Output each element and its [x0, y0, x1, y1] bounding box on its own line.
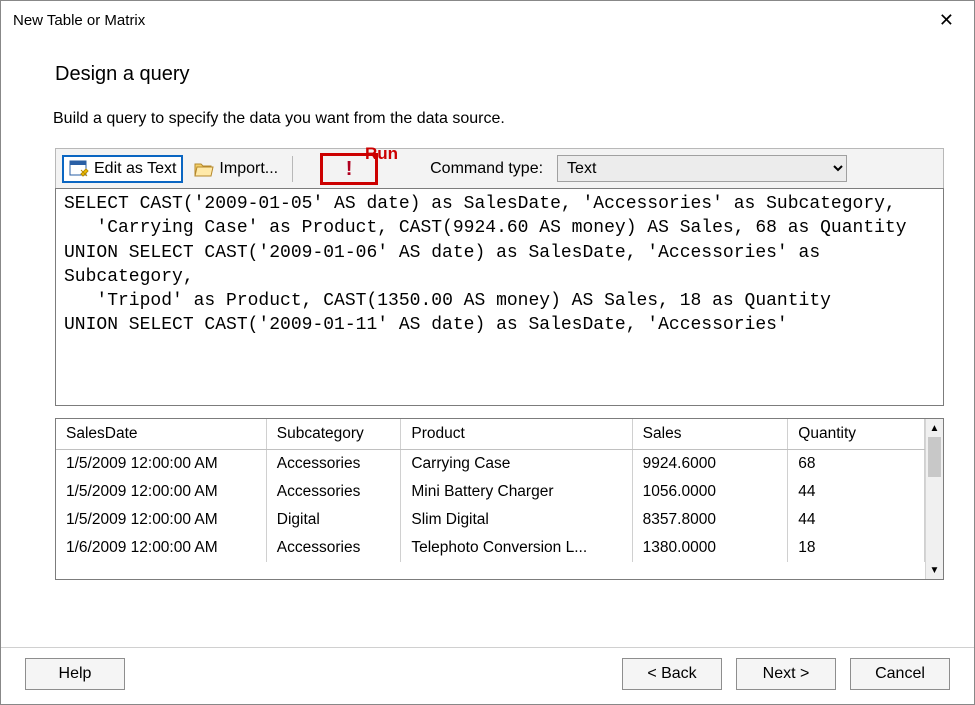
col-header-subcategory[interactable]: Subcategory [266, 419, 401, 449]
results-table: SalesDate Subcategory Product Sales Quan… [56, 419, 925, 562]
table-row[interactable]: 1/6/2009 12:00:00 AMAccessoriesTelephoto… [56, 534, 925, 562]
cell-subcategory: Digital [266, 506, 401, 534]
cell-salesdate: 1/5/2009 12:00:00 AM [56, 478, 266, 506]
back-button[interactable]: < Back [622, 658, 722, 690]
col-header-quantity[interactable]: Quantity [788, 419, 925, 449]
cell-quantity: 18 [788, 534, 925, 562]
run-annotation-label: Run [365, 144, 398, 164]
import-label: Import... [219, 160, 278, 178]
table-row[interactable]: 1/5/2009 12:00:00 AMDigitalSlim Digital8… [56, 506, 925, 534]
query-toolbar: Edit as Text Import... ! Command type: T… [55, 148, 944, 188]
command-type-select[interactable]: Text [557, 155, 847, 182]
wizard-window: New Table or Matrix ✕ Design a query Bui… [0, 0, 975, 705]
results-header-row: SalesDate Subcategory Product Sales Quan… [56, 419, 925, 449]
command-type-label: Command type: [430, 160, 543, 178]
cell-sales: 9924.6000 [632, 449, 788, 478]
wizard-footer: Help < Back Next > Cancel [1, 647, 974, 704]
cell-salesdate: 1/5/2009 12:00:00 AM [56, 506, 266, 534]
cell-subcategory: Accessories [266, 478, 401, 506]
table-row[interactable]: 1/5/2009 12:00:00 AMAccessoriesCarrying … [56, 449, 925, 478]
cancel-button[interactable]: Cancel [850, 658, 950, 690]
cell-quantity: 44 [788, 506, 925, 534]
cell-sales: 1380.0000 [632, 534, 788, 562]
sql-editor[interactable]: SELECT CAST('2009-01-05' AS date) as Sal… [55, 188, 944, 406]
scroll-thumb[interactable] [928, 437, 941, 477]
cell-product: Slim Digital [401, 506, 632, 534]
titlebar: New Table or Matrix ✕ [1, 1, 974, 37]
folder-open-icon [194, 159, 214, 179]
window-title: New Table or Matrix [13, 12, 145, 29]
cell-salesdate: 1/6/2009 12:00:00 AM [56, 534, 266, 562]
page-heading: Design a query [55, 63, 944, 86]
wizard-content: Design a query Build a query to specify … [1, 37, 974, 647]
cell-salesdate: 1/5/2009 12:00:00 AM [56, 449, 266, 478]
cell-quantity: 44 [788, 478, 925, 506]
edit-text-icon [69, 159, 89, 179]
cell-subcategory: Accessories [266, 449, 401, 478]
cell-sales: 1056.0000 [632, 478, 788, 506]
table-row[interactable]: 1/5/2009 12:00:00 AMAccessoriesMini Batt… [56, 478, 925, 506]
import-button[interactable]: Import... [187, 155, 285, 183]
close-icon[interactable]: ✕ [931, 7, 962, 33]
results-scrollbar[interactable]: ▲ ▼ [925, 419, 943, 579]
page-subtext: Build a query to specify the data you wa… [53, 110, 944, 128]
next-button[interactable]: Next > [736, 658, 836, 690]
cell-product: Mini Battery Charger [401, 478, 632, 506]
cell-subcategory: Accessories [266, 534, 401, 562]
scroll-down-icon[interactable]: ▼ [926, 561, 943, 579]
edit-as-text-button[interactable]: Edit as Text [62, 155, 183, 183]
cell-sales: 8357.8000 [632, 506, 788, 534]
edit-as-text-label: Edit as Text [94, 160, 176, 178]
cell-quantity: 68 [788, 449, 925, 478]
cell-product: Telephoto Conversion L... [401, 534, 632, 562]
col-header-salesdate[interactable]: SalesDate [56, 419, 266, 449]
cell-product: Carrying Case [401, 449, 632, 478]
col-header-sales[interactable]: Sales [632, 419, 788, 449]
results-grid: SalesDate Subcategory Product Sales Quan… [55, 418, 944, 580]
col-header-product[interactable]: Product [401, 419, 632, 449]
exclamation-icon: ! [346, 159, 353, 179]
scroll-up-icon[interactable]: ▲ [926, 419, 943, 437]
help-button[interactable]: Help [25, 658, 125, 690]
sql-text[interactable]: SELECT CAST('2009-01-05' AS date) as Sal… [56, 189, 943, 341]
toolbar-separator [292, 156, 293, 182]
